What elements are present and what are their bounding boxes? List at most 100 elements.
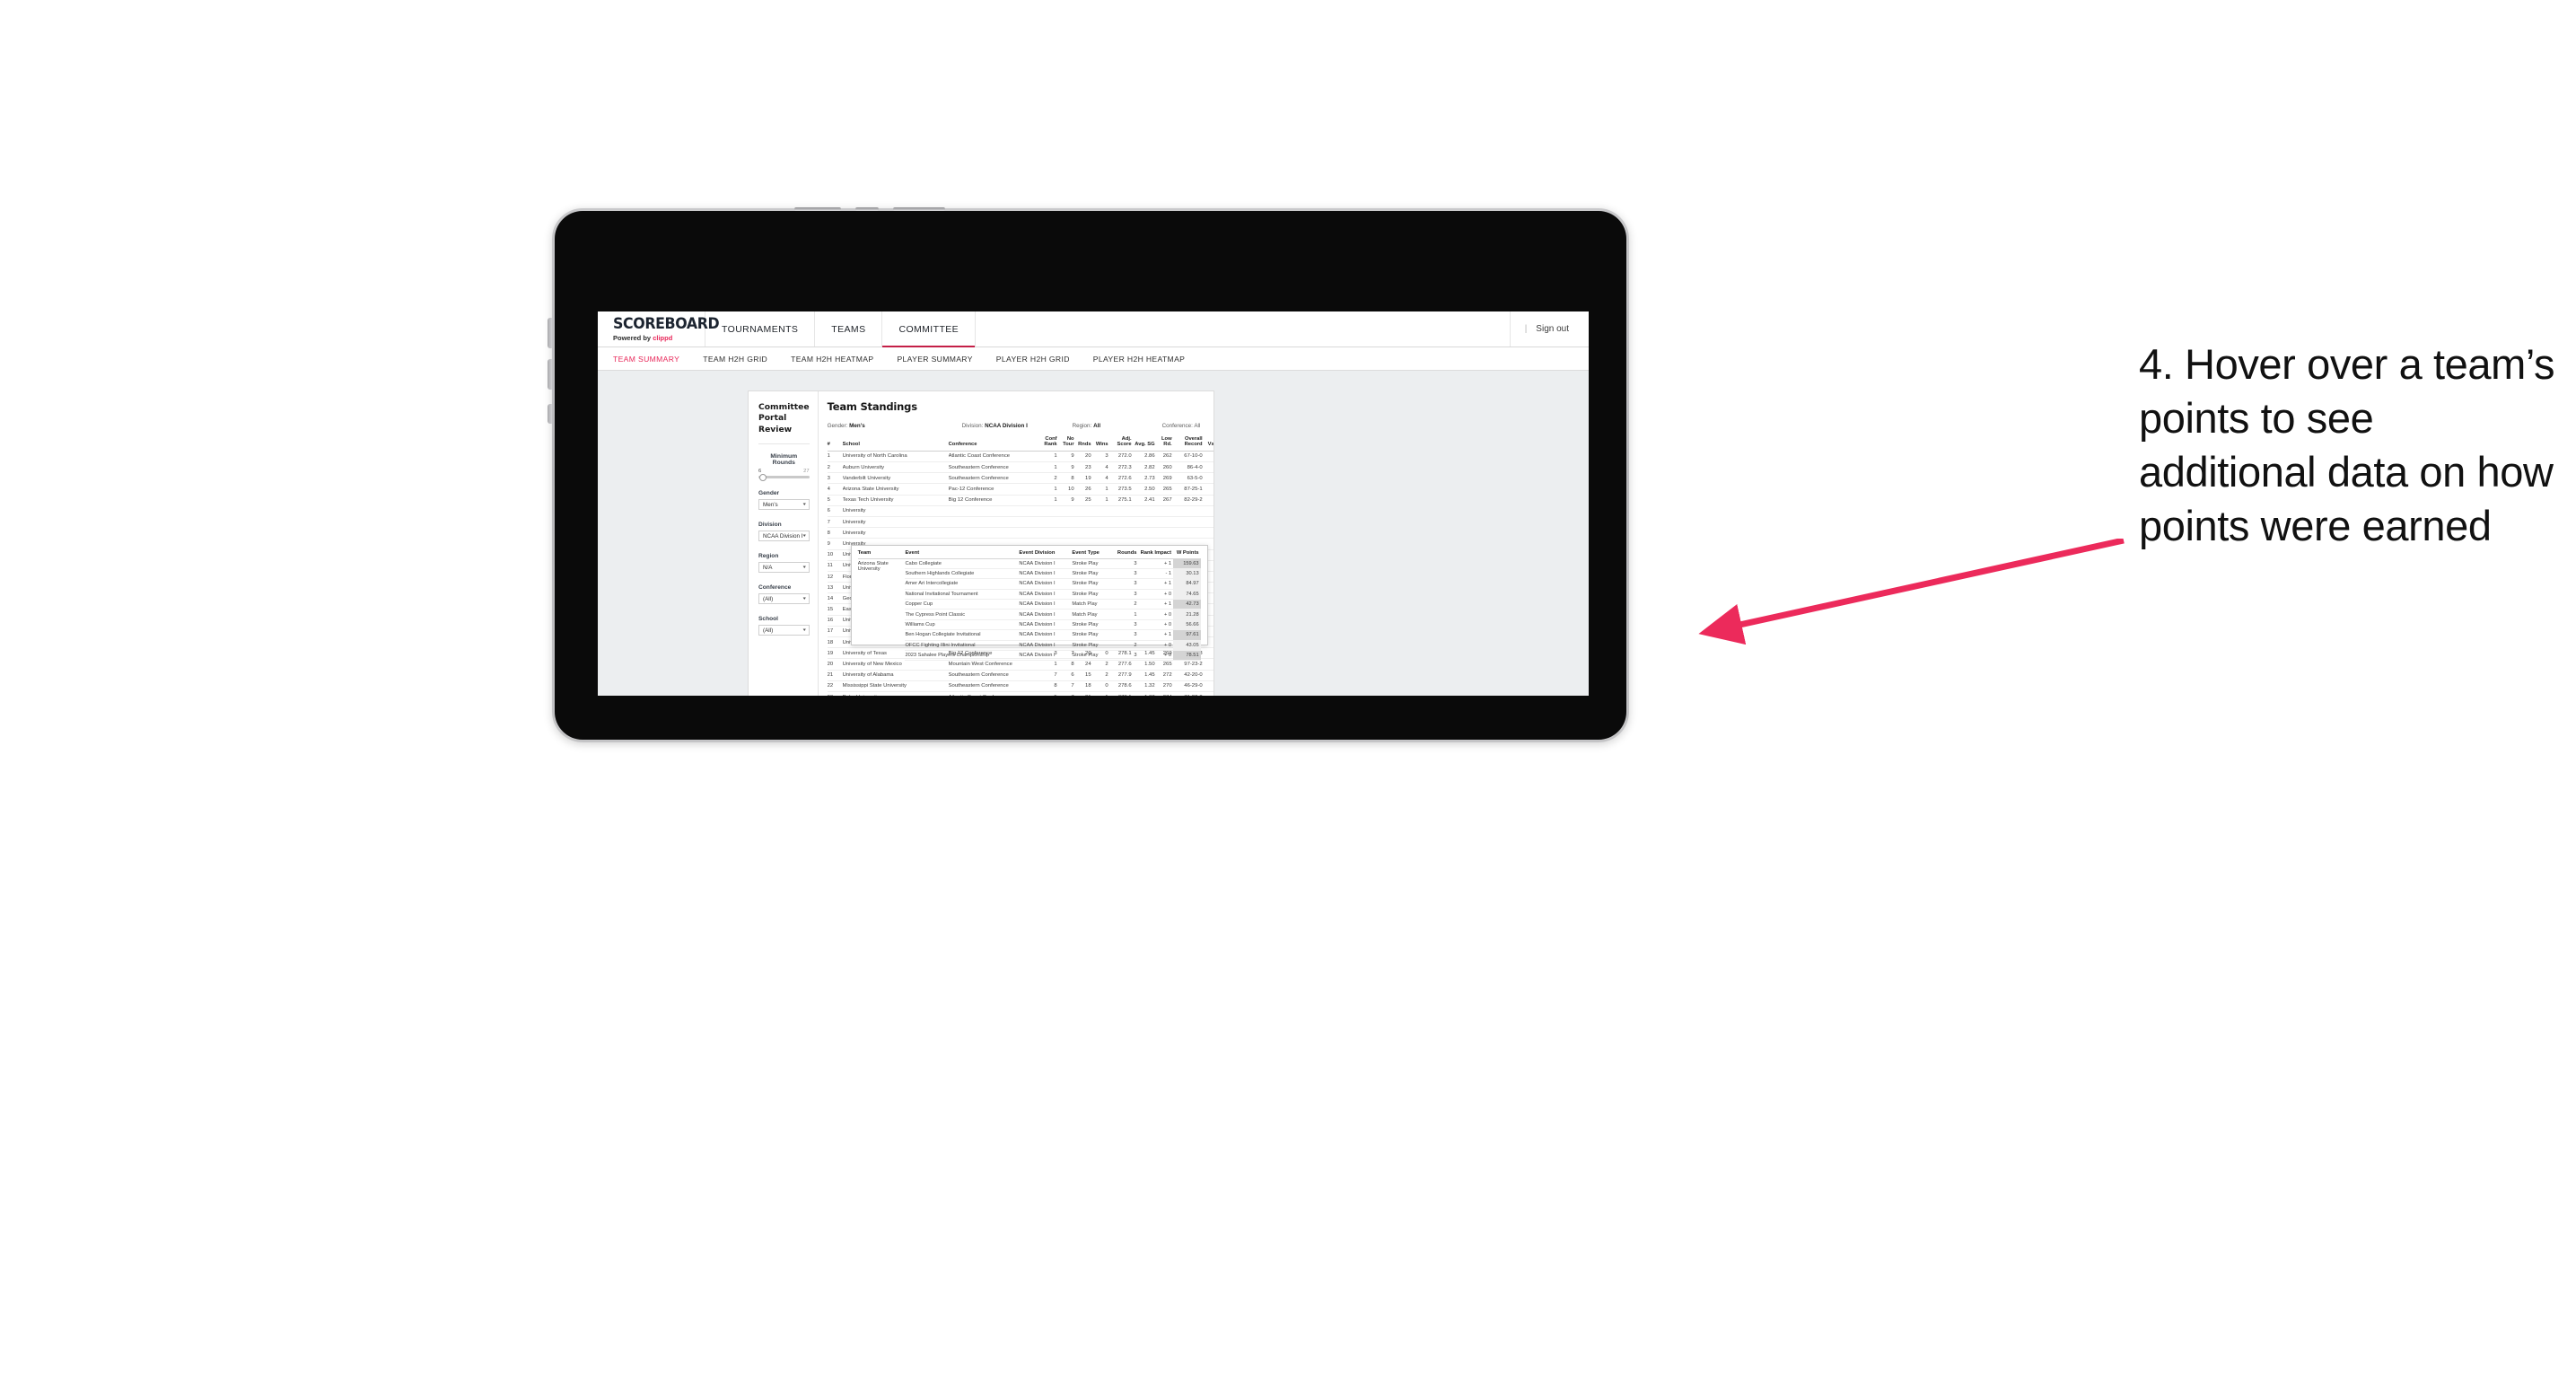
device-volume-down-button[interactable] [548,359,552,390]
col-school[interactable]: School [842,435,949,452]
filter-summary-region-key: Region: [1072,422,1092,429]
row-vs-top-25 [1204,516,1214,529]
row-vs-top-25: 33-19-1 [1204,483,1214,496]
tooltip-event-type: Stroke Play [1072,650,1114,662]
division-filter-label: Division [758,522,782,529]
nav-item-tournaments-label: TOURNAMENTS [722,323,799,335]
table-row[interactable]: 23Duke UniversityAtlantic Coast Conferen… [827,691,1214,696]
row-conference: Big 12 Conference [948,495,1042,506]
row-conf-rank [1041,505,1059,517]
tab-player-summary[interactable]: PLAYER SUMMARY [897,355,984,364]
table-row[interactable]: 1 University of North Carolina Atlantic Co… [827,451,1214,463]
tab-team-summary[interactable]: TEAM SUMMARY [613,355,691,364]
conference-filter-select[interactable]: (All) ▾ [758,593,810,605]
device-volume-up-button[interactable] [548,318,552,348]
division-filter-select[interactable]: NCAA Division I ▾ [758,531,810,542]
nav-item-teams[interactable]: TEAMS [815,311,883,346]
tooltip-event: The Cypress Point Classic [905,609,1020,620]
table-row[interactable]: 3 Vanderbilt University Southeastern Confe… [827,472,1214,485]
filter-summary-conference-key: Conference: [1161,422,1193,429]
minimum-rounds-slider[interactable] [758,473,810,481]
conference-filter-value: (All) [763,595,774,602]
row-adj-score: 275.1 [1109,495,1134,506]
tab-player-h2h-heatmap[interactable]: PLAYER H2H HEATMAP [1093,355,1196,364]
tooltip-rank-impact: + 1 [1138,578,1174,590]
row-rnds [1075,527,1093,539]
row-number: 10 [827,549,843,561]
filter-summary-gender: Gender: Men’s [828,423,962,429]
conference-filter-label: Conference [758,584,792,592]
table-row[interactable]: 7 University [827,516,1214,529]
table-row[interactable]: 6 University [827,505,1214,517]
tooltip-event-type: Stroke Play [1072,589,1114,601]
col-overall-record[interactable]: Overall Record [1173,435,1205,452]
row-wins [1092,516,1110,529]
col-low-rd[interactable]: Low Rd. [1156,435,1174,452]
nav-item-committee[interactable]: COMMITTEE [882,311,977,347]
row-rnds [1075,516,1093,529]
chevron-down-icon: ▾ [802,533,806,539]
col-rnds[interactable]: Rnds [1075,435,1093,452]
school-filter-select[interactable]: (All) ▾ [758,625,810,636]
table-row[interactable]: 21 University of Alabama Southeastern Conf… [827,670,1214,681]
tip-col-rounds: Rounds [1113,549,1139,559]
col-adj-score[interactable]: Adj. Score [1109,435,1134,452]
signout-link[interactable]: Sign out [1536,324,1569,334]
tooltip-rank-impact: + 0 [1138,619,1174,631]
col-no-tour[interactable]: No Tour [1058,435,1076,452]
standings-table-wrap: # School Conference Conf Rank No Tour Rn… [827,435,1214,696]
filter-summary-conference-value: All [1194,422,1201,429]
region-filter-select[interactable]: N/A ▾ [758,562,810,574]
tooltip-rounds: 1 [1113,609,1139,620]
tooltip-w-points: 56.66 [1173,619,1201,631]
row-conf-rank [1041,516,1059,529]
tooltip-event-type: Stroke Play [1072,578,1114,590]
filter-summary: Gender: Men’s Division: NCAA Division I … [828,423,1214,429]
row-no-tour: 9 [1058,451,1076,463]
filter-summary-gender-key: Gender: [827,422,848,429]
row-overall-record: 86-4-0 [1173,461,1205,474]
tab-team-h2h-grid[interactable]: TEAM H2H GRID [703,355,779,364]
table-row[interactable]: 5 Texas Tech University Big 12 Conference 1… [827,495,1214,506]
row-conf-rank: 1 [1041,495,1059,506]
tab-team-h2h-heatmap[interactable]: TEAM H2H HEATMAP [791,355,885,364]
col-wins[interactable]: Wins [1092,435,1110,452]
col-conference[interactable]: Conference [948,435,1042,452]
row-vs-top-25 [1204,527,1214,539]
col-number[interactable]: # [827,435,843,452]
division-filter-value: NCAA Division I [763,532,803,539]
minimum-rounds-max: 27 [803,469,810,475]
table-row[interactable]: 8 University [827,527,1214,539]
minimum-rounds-slider-handle[interactable] [759,473,767,481]
row-vs-top-25: 5-11-1 [1204,658,1214,671]
row-wins: 1 [1092,483,1110,496]
col-conf-rank[interactable]: Conf Rank [1041,435,1059,452]
nav-item-tournaments[interactable]: TOURNAMENTS [705,311,816,346]
table-row[interactable]: 22 Mississippi State University Southeaste… [827,680,1214,692]
row-conference: Southeastern Conference [948,680,1042,692]
annotation-arrow [1698,539,2125,645]
row-number: 7 [827,516,843,529]
device-power-button[interactable] [548,404,552,424]
tooltip-w-points: 43.05 [1173,640,1201,651]
tooltip-rounds: 3 [1113,589,1139,601]
row-avg-sg: 2.41 [1133,495,1157,506]
tooltip-row: National Invitational Tournament NCAA Div… [858,589,1201,601]
brand-logo[interactable]: SCOREBOARD Powered by clippd [598,311,720,346]
tooltip-rank-impact: + 0 [1138,609,1174,620]
row-number: 16 [827,615,843,627]
row-overall-record: 87-25-1 [1173,483,1205,496]
row-no-tour: 9 [1058,495,1076,506]
row-avg-sg: 1.45 [1133,670,1157,681]
points-hover-tooltip: Team Event Event Division Event Type Rou… [850,544,1208,662]
tooltip-w-points: 78.51 [1173,650,1201,662]
tooltip-header-row: Team Event Event Division Event Type Rou… [857,549,1201,559]
col-vs-top-25[interactable]: Vs Top 25 [1204,435,1214,452]
tooltip-event-type: Match Play [1072,609,1114,620]
table-row[interactable]: 2 Auburn University Southeastern Conferenc… [827,461,1214,474]
row-conference: Atlantic Coast Conference [948,691,1042,696]
gender-filter-select[interactable]: Men’s ▾ [758,499,810,511]
table-row[interactable]: 4 Arizona State University Pac-12 Conferen… [827,483,1214,496]
tab-player-h2h-grid[interactable]: PLAYER H2H GRID [996,355,1082,364]
col-avg-sg[interactable]: Avg. SG [1133,435,1157,452]
